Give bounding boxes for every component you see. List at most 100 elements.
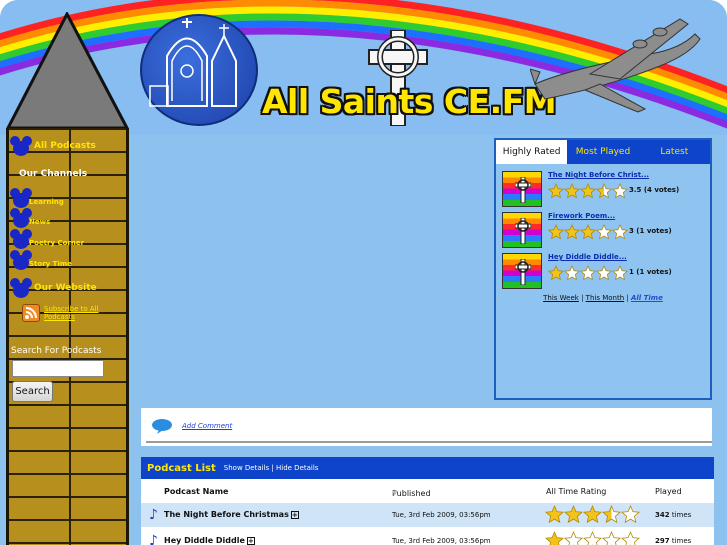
search-input[interactable] [12, 360, 104, 377]
channel-label: News [29, 218, 51, 226]
page: All Saints CE.FM All Podcasts Our Channe… [0, 0, 727, 545]
podcast-name-text: Hey Diddle Diddle [164, 536, 245, 545]
play-count-value: 297 [655, 537, 670, 545]
star-icon [563, 530, 584, 545]
widget-item[interactable]: The Night Before Christ... 3.5 (4 votes) [502, 171, 702, 207]
play-count-unit: times [671, 537, 692, 545]
nav-channel-learning[interactable]: Learning [10, 188, 64, 208]
podcast-thumbnail [502, 171, 542, 207]
star-icon [547, 182, 565, 199]
column-rating[interactable]: All Time Rating [546, 487, 606, 496]
star-icon [582, 504, 603, 524]
play-count: 342 times [655, 511, 691, 519]
channel-label: Story Time [29, 260, 72, 268]
widget-item-title[interactable]: Firework Poem... [548, 212, 615, 220]
rss-icon [22, 304, 40, 322]
church-drawing-icon [149, 18, 237, 107]
column-published-label: Published [392, 489, 431, 498]
star-icon [611, 223, 629, 240]
star-icon [579, 264, 597, 281]
mouse-icon [10, 250, 32, 270]
vote-count: 3 (1 votes) [629, 227, 672, 235]
star-icon [544, 504, 565, 524]
filter-separator: | [626, 294, 629, 302]
widget-item[interactable]: Hey Diddle Diddle... 1 (1 votes) [502, 253, 702, 289]
music-note-icon: ♪ [149, 533, 158, 545]
table-row[interactable]: ♪ The Night Before Christmas + Tue, 3rd F… [141, 503, 714, 527]
vote-count: 1 (1 votes) [629, 268, 672, 276]
tower-roof-graphic [6, 12, 129, 130]
star-icon [563, 264, 581, 281]
show-details-link[interactable]: Show Details [224, 464, 269, 472]
subscribe-label: Subscribe to All Podcasts [44, 305, 99, 321]
nav-all-podcasts[interactable]: All Podcasts [10, 136, 96, 156]
star-icon [563, 223, 581, 240]
nav-our-website-label: Our Website [34, 283, 97, 293]
school-logo[interactable] [140, 14, 258, 126]
star-icon [595, 264, 613, 281]
star-icon [547, 223, 565, 240]
cross-icon [515, 259, 531, 285]
mouse-icon [10, 188, 32, 208]
widget-item-title[interactable]: The Night Before Christ... [548, 171, 649, 179]
podcast-list-header: Podcast List Show Details | Hide Details [141, 457, 714, 479]
expand-icon[interactable]: + [290, 511, 299, 519]
star-icon [611, 182, 629, 199]
star-icon [601, 530, 622, 545]
channels-heading-label: Our Channels [19, 169, 88, 179]
widget-item-title[interactable]: Hey Diddle Diddle... [548, 253, 627, 261]
star-icon [563, 504, 584, 524]
subscribe-link[interactable]: Subscribe to All Podcasts [22, 304, 106, 322]
published-date: Tue, 3rd Feb 2009, 03:56pm [392, 511, 491, 519]
toggle-separator: | [271, 464, 274, 472]
star-icon [611, 264, 629, 281]
star-rating [547, 264, 629, 285]
podcast-thumbnail [502, 253, 542, 289]
podcast-thumbnail [502, 212, 542, 248]
nav-channel-poetry-corner[interactable]: Poetry Corner [10, 229, 84, 249]
nav-our-website[interactable]: Our Website [10, 278, 97, 298]
expand-icon[interactable]: + [246, 537, 255, 545]
filter-this-week[interactable]: This Week [543, 294, 579, 302]
star-icon [595, 182, 613, 199]
star-icon [620, 530, 641, 545]
column-played[interactable]: Played [655, 487, 682, 496]
star-icon [582, 530, 603, 545]
hide-details-link[interactable]: Hide Details [276, 464, 318, 472]
search-button[interactable]: Search [12, 381, 53, 402]
star-rating [547, 182, 629, 203]
tab-most-played[interactable]: Most Played [567, 140, 638, 164]
filter-separator: | [581, 294, 584, 302]
column-podcast-name[interactable]: Podcast Name [164, 487, 228, 496]
star-icon [620, 504, 641, 524]
mouse-icon [10, 208, 32, 228]
cross-icon [515, 177, 531, 203]
widget-item[interactable]: Firework Poem... 3 (1 votes) [502, 212, 702, 248]
music-note-icon: ♪ [149, 507, 158, 523]
tab-highly-rated[interactable]: Highly Rated [496, 140, 568, 164]
cross-icon [515, 218, 531, 244]
table-row[interactable]: ♪ Hey Diddle Diddle + Tue, 3rd Feb 2009, … [141, 529, 714, 545]
published-date: Tue, 3rd Feb 2009, 03:56pm [392, 537, 491, 545]
nav-channel-story-time[interactable]: Story Time [10, 250, 72, 270]
podcast-name-text: The Night Before Christmas [164, 510, 289, 519]
sort-desc-icon: ▼ [392, 489, 398, 497]
add-comment-link[interactable]: Add Comment [182, 422, 232, 430]
speech-bubble-icon[interactable] [151, 418, 173, 434]
star-icon [547, 264, 565, 281]
podcast-name[interactable]: Hey Diddle Diddle + [164, 536, 255, 545]
filter-this-month[interactable]: This Month [586, 294, 624, 302]
mouse-icon [10, 136, 32, 156]
nav-channel-news[interactable]: News [10, 208, 50, 228]
divider [146, 441, 712, 443]
filter-all-time[interactable]: All Time [631, 294, 663, 302]
mouse-icon [10, 229, 32, 249]
airplane-illustration [530, 18, 701, 113]
vote-count: 3.5 (4 votes) [629, 186, 680, 194]
star-icon [601, 504, 622, 524]
tab-latest[interactable]: Latest [639, 140, 710, 164]
podcast-list-title: Podcast List [147, 462, 216, 474]
podcast-name[interactable]: The Night Before Christmas + [164, 510, 299, 519]
mouse-icon [10, 278, 32, 298]
widget-tabs: Highly Rated Most Played Latest [496, 140, 710, 164]
